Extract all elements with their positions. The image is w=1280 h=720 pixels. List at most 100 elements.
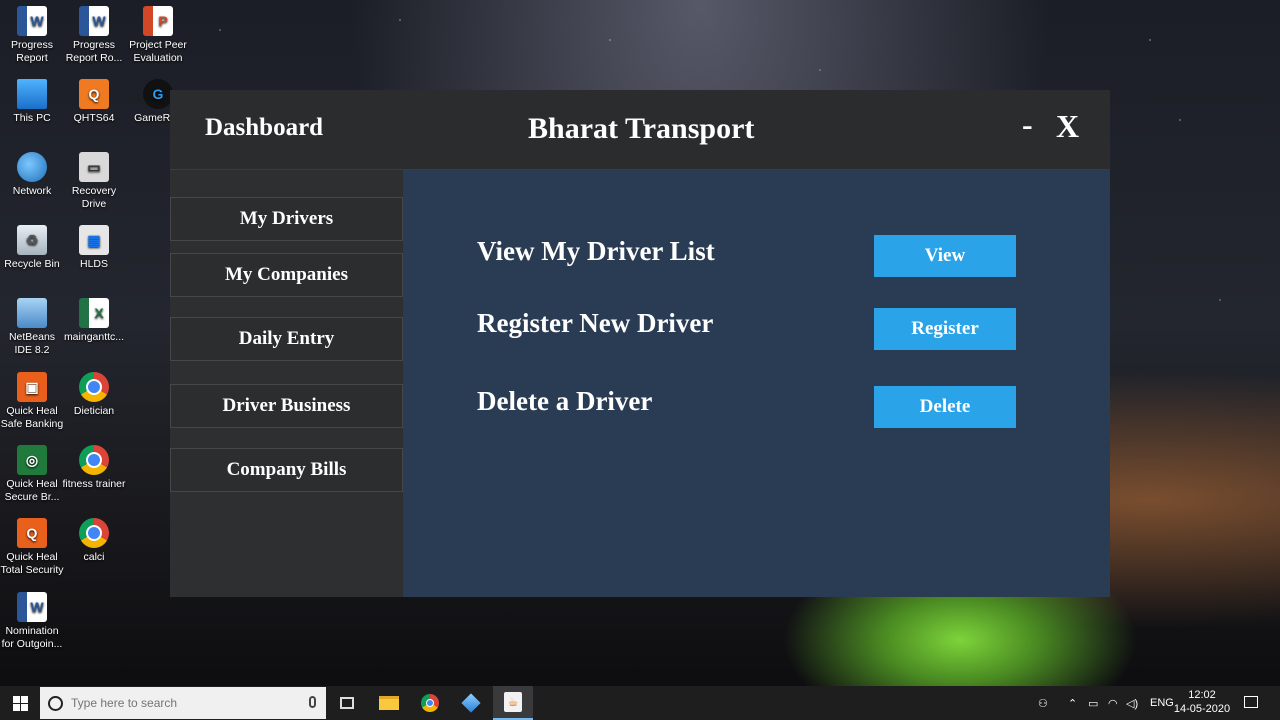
desktop-icon-mainganttc[interactable]: X mainganttc... [62, 298, 126, 344]
desktop-icon-netbeans[interactable]: NetBeans IDE 8.2 [0, 298, 64, 357]
desktop-icon-label: HLDS [79, 258, 108, 270]
app-title: Bharat Transport [528, 112, 755, 145]
task-view-button[interactable] [327, 686, 367, 720]
word-doc-icon: W [17, 6, 47, 36]
wifi-icon[interactable]: ◠ [1108, 686, 1118, 720]
java-app-taskbar-button[interactable]: ☕ [493, 686, 533, 720]
view-driver-list-label: View My Driver List [477, 236, 715, 266]
desktop-icon-recovery-drive[interactable]: ▭ Recovery Drive [62, 152, 126, 211]
view-button[interactable]: View [874, 235, 1016, 277]
cube-app-icon [461, 693, 481, 713]
network-icon [17, 152, 47, 182]
desktop-icon-label: Nomination for Outgoin... [1, 625, 63, 650]
people-icon[interactable]: ⚇ [1038, 686, 1048, 720]
chrome-icon [421, 694, 439, 712]
desktop-icon-label: mainganttc... [63, 331, 125, 343]
taskbar-search-box[interactable] [40, 687, 326, 719]
windows-logo-icon [12, 695, 28, 711]
clock[interactable]: 12:02 14-05-2020 [1172, 688, 1232, 716]
word-doc-icon: W [17, 592, 47, 622]
quickheal-banking-icon: ▣ [17, 372, 47, 402]
clock-time: 12:02 [1188, 689, 1216, 701]
recycle-bin-icon: ♻ [17, 225, 47, 255]
chevron-up-icon[interactable]: ⌃ [1068, 686, 1077, 720]
desktop-icon-label: Recovery Drive [71, 185, 117, 210]
register-new-driver-label: Register New Driver [477, 308, 714, 338]
title-bar[interactable]: Dashboard Bharat Transport - X [170, 90, 1110, 170]
quickheal-icon: Q [79, 79, 109, 109]
desktop-icon-fitness-trainer[interactable]: fitness trainer [62, 445, 126, 491]
app-taskbar-button[interactable] [451, 686, 491, 720]
desktop-icon-project-peer-evaluation[interactable]: P Project Peer Evaluation [126, 6, 190, 65]
desktop-icon-label: Recycle Bin [4, 258, 60, 270]
desktop-icon-quickheal-secure-browser[interactable]: ◎ Quick Heal Secure Br... [0, 445, 64, 504]
dashboard-title: Dashboard [205, 114, 324, 141]
desktop-icon-label: Quick Heal Safe Banking [0, 405, 64, 430]
quickheal-browser-icon: ◎ [17, 445, 47, 475]
desktop-icon-label: Project Peer Evaluation [129, 39, 187, 64]
desktop-icon-label: QHTS64 [73, 112, 115, 124]
delete-button[interactable]: Delete [874, 386, 1016, 428]
cortana-icon [48, 695, 63, 711]
gameranger-icon: G [143, 79, 173, 109]
folder-icon [379, 696, 399, 710]
delete-driver-label: Delete a Driver [477, 386, 653, 416]
search-input[interactable] [71, 696, 291, 710]
nav-company-bills-button[interactable]: Company Bills [170, 448, 403, 492]
desktop-icon-qhts64[interactable]: Q QHTS64 [62, 79, 126, 125]
start-button[interactable] [0, 686, 40, 720]
desktop-icon-quickheal-total-security[interactable]: Q Quick Heal Total Security [0, 518, 64, 577]
desktop-icon-area: W Progress Report W Progress Report Ro..… [0, 0, 190, 686]
desktop-icon-label: Dietician [73, 405, 115, 417]
desktop-icon-progress-report-ro[interactable]: W Progress Report Ro... [62, 6, 126, 65]
desktop-icon-dietician[interactable]: Dietician [62, 372, 126, 418]
excel-icon: X [79, 298, 109, 328]
volume-icon[interactable]: ◁) [1126, 686, 1138, 720]
nav-my-companies-button[interactable]: My Companies [170, 253, 403, 297]
desktop-icon-this-pc[interactable]: This PC [0, 79, 64, 125]
desktop-icon-label: Network [12, 185, 52, 197]
battery-icon[interactable]: ▭ [1088, 686, 1098, 720]
task-view-icon [340, 697, 354, 709]
main-content-panel: View My Driver List View Register New Dr… [403, 170, 1110, 597]
desktop-icon-label: This PC [13, 112, 51, 124]
desktop-icon-label: Quick Heal Secure Br... [4, 478, 60, 503]
chrome-icon [79, 372, 109, 402]
close-button[interactable]: X [1056, 108, 1079, 145]
notification-icon[interactable] [1244, 696, 1258, 708]
minimize-button[interactable]: - [1022, 106, 1033, 143]
taskbar: ☕ ⚇ ⌃ ▭ ◠ ◁) ENG 12:02 14-05-2020 [0, 686, 1280, 720]
chrome-taskbar-button[interactable] [410, 686, 450, 720]
desktop-icon-label: Progress Report [10, 39, 53, 64]
desktop-icon-hlds[interactable]: ▦ HLDS [62, 225, 126, 271]
file-explorer-button[interactable] [369, 686, 409, 720]
java-icon: ☕ [504, 692, 522, 712]
chrome-icon [79, 518, 109, 548]
nav-my-drivers-button[interactable]: My Drivers [170, 197, 403, 241]
register-button[interactable]: Register [874, 308, 1016, 350]
quickheal-total-icon: Q [17, 518, 47, 548]
desktop-icon-progress-report[interactable]: W Progress Report [0, 6, 64, 65]
desktop-icon-network[interactable]: Network [0, 152, 64, 198]
powerpoint-icon: P [143, 6, 173, 36]
desktop-icon-label: NetBeans IDE 8.2 [8, 331, 56, 356]
recovery-drive-icon: ▭ [79, 152, 109, 182]
desktop-icon-nomination[interactable]: W Nomination for Outgoin... [0, 592, 64, 651]
netbeans-icon [17, 298, 47, 328]
nav-daily-entry-button[interactable]: Daily Entry [170, 317, 403, 361]
desktop-icon-label: calci [83, 551, 105, 563]
microphone-icon[interactable] [309, 696, 316, 708]
desktop-icon-calci[interactable]: calci [62, 518, 126, 564]
desktop-icon-recycle-bin[interactable]: ♻ Recycle Bin [0, 225, 64, 271]
chrome-icon [79, 445, 109, 475]
computer-icon [17, 79, 47, 109]
bharat-transport-window: Dashboard Bharat Transport - X My Driver… [170, 90, 1110, 597]
desktop-icon-label: Progress Report Ro... [65, 39, 123, 64]
language-indicator[interactable]: ENG [1150, 686, 1174, 720]
desktop-icon-quickheal-safe-banking[interactable]: ▣ Quick Heal Safe Banking [0, 372, 64, 431]
desktop-icon-label: Quick Heal Total Security [0, 551, 64, 576]
clock-date: 14-05-2020 [1173, 703, 1231, 715]
hlds-icon: ▦ [79, 225, 109, 255]
desktop-icon-label: fitness trainer [62, 478, 126, 490]
nav-driver-business-button[interactable]: Driver Business [170, 384, 403, 428]
